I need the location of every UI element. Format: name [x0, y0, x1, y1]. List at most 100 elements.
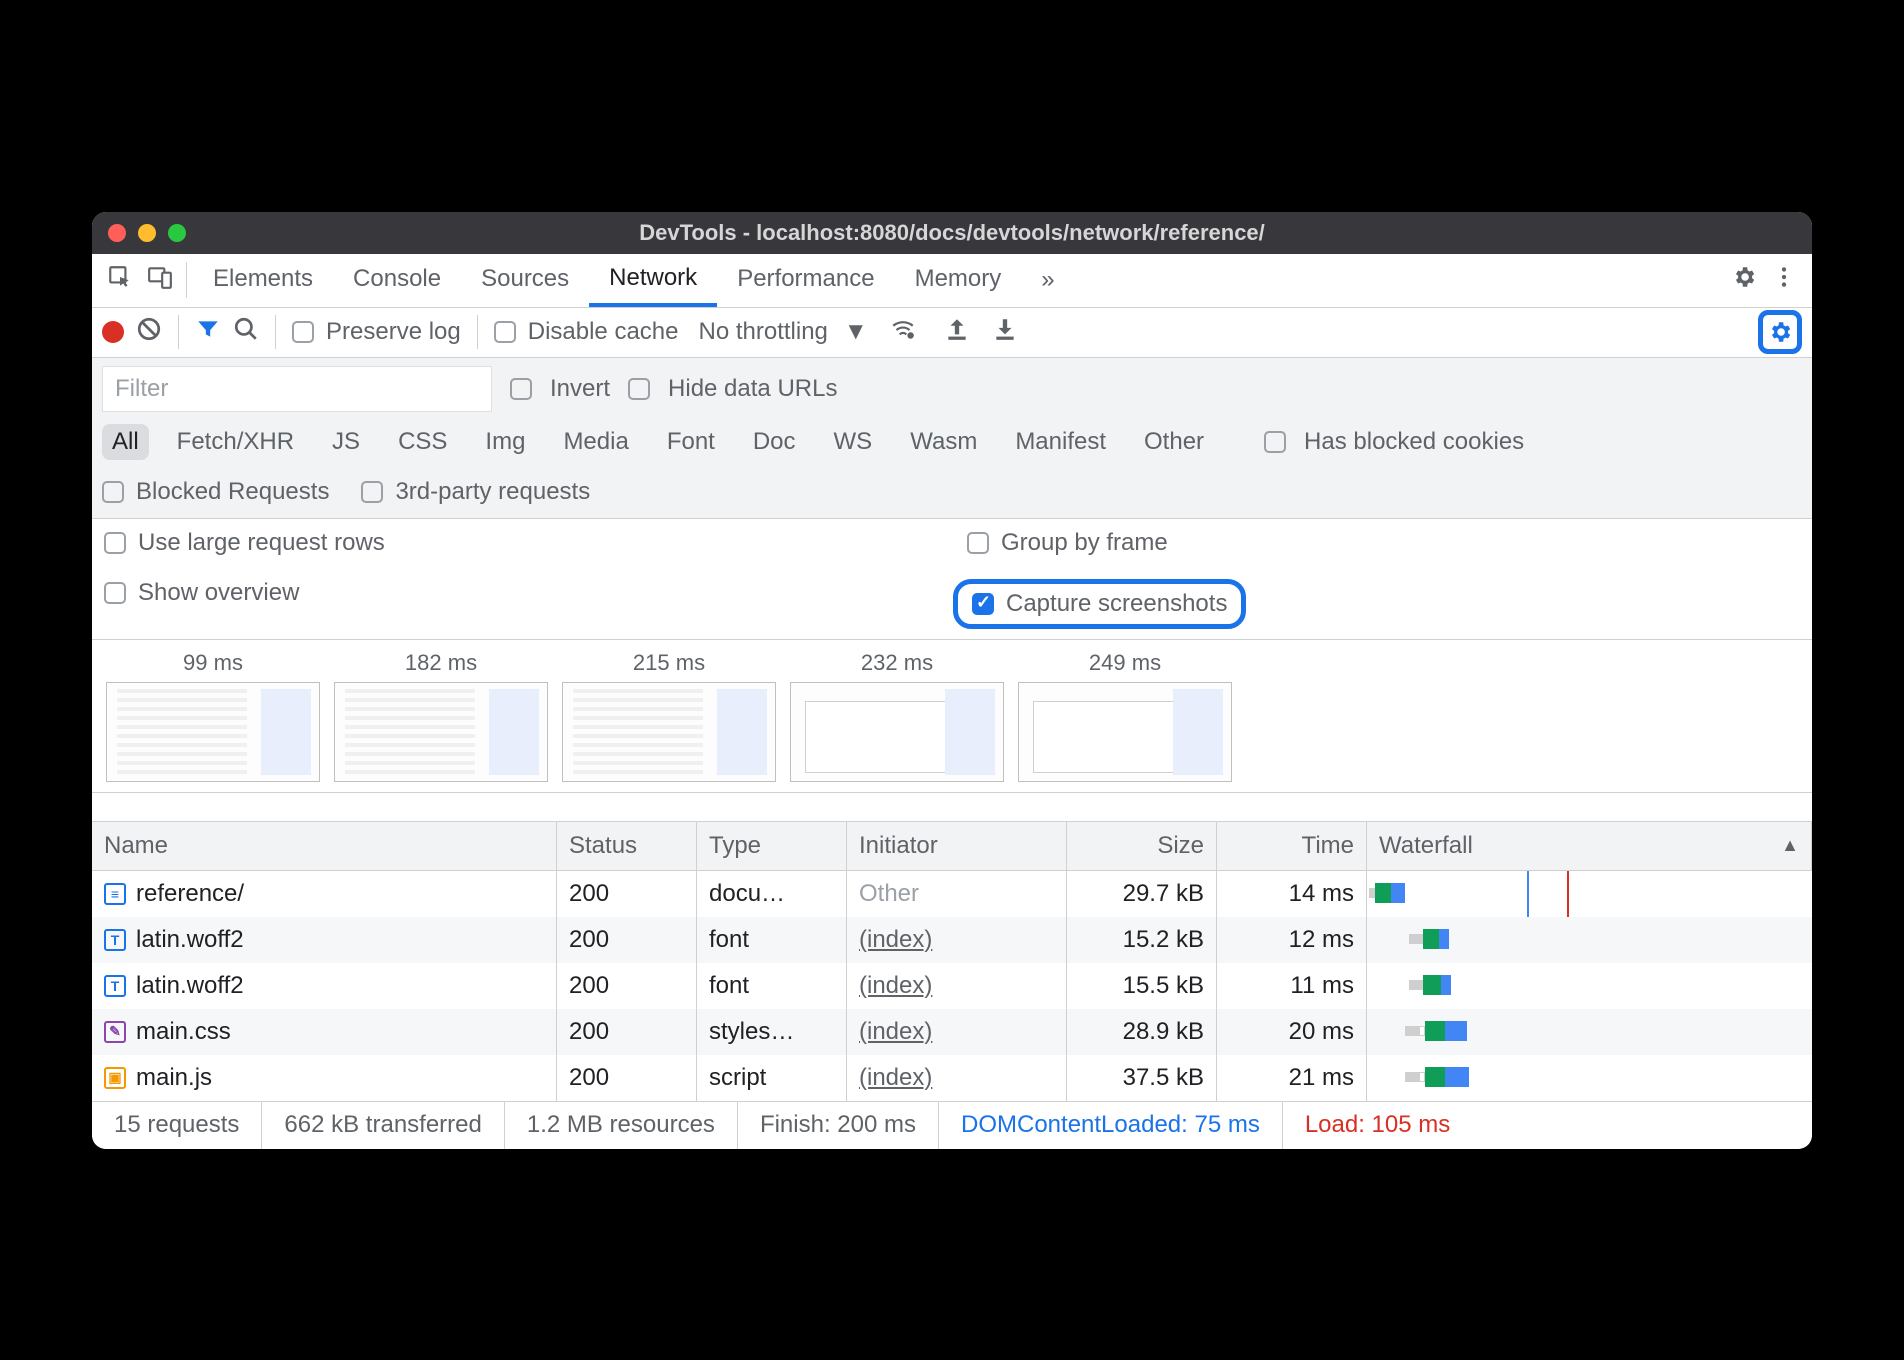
hide-data-urls-label: Hide data URLs	[668, 375, 837, 403]
kebab-menu-icon[interactable]	[1764, 264, 1804, 297]
close-window-button[interactable]	[108, 224, 126, 242]
maximize-window-button[interactable]	[168, 224, 186, 242]
third-party-label: 3rd-party requests	[395, 478, 590, 506]
screenshot-thumb	[334, 682, 548, 782]
table-row[interactable]: ✎main.css200styles…(index)28.9 kB20 ms	[92, 1009, 1812, 1055]
status-domcontentloaded: DOMContentLoaded: 75 ms	[939, 1102, 1283, 1149]
record-button[interactable]	[102, 321, 124, 343]
table-row[interactable]: ▣main.js200script(index)37.5 kB21 ms	[92, 1055, 1812, 1101]
preserve-log-label: Preserve log	[326, 318, 461, 346]
requests-table: Name Status Type Initiator Size Time Wat…	[92, 821, 1812, 1101]
filter-type-font[interactable]: Font	[657, 424, 725, 460]
upload-har-icon[interactable]	[944, 316, 970, 349]
th-waterfall[interactable]: Waterfall ▲	[1367, 822, 1812, 870]
search-icon[interactable]	[233, 316, 259, 349]
filter-type-fetch-xhr[interactable]: Fetch/XHR	[167, 424, 304, 460]
filter-type-ws[interactable]: WS	[824, 424, 883, 460]
download-har-icon[interactable]	[992, 316, 1018, 349]
tab-sources[interactable]: Sources	[461, 253, 589, 307]
capture-screenshots-checkbox[interactable]	[972, 593, 994, 615]
network-conditions-icon[interactable]	[890, 316, 916, 349]
traffic-lights	[108, 224, 186, 242]
cell-type: script	[697, 1055, 847, 1101]
capture-screenshots-highlight: Capture screenshots	[953, 579, 1246, 629]
has-blocked-cookies-label: Has blocked cookies	[1304, 428, 1524, 456]
table-row[interactable]: ≡reference/200docu…Other29.7 kB14 ms	[92, 871, 1812, 917]
filter-type-img[interactable]: Img	[475, 424, 535, 460]
cell-status: 200	[557, 1009, 697, 1055]
th-initiator[interactable]: Initiator	[847, 822, 1067, 870]
group-by-frame-checkbox[interactable]	[967, 532, 989, 554]
cell-waterfall	[1367, 963, 1812, 1009]
filter-type-media[interactable]: Media	[553, 424, 638, 460]
disable-cache-label: Disable cache	[528, 318, 679, 346]
network-settings-panel: Use large request rows Show overview Gro…	[92, 519, 1812, 640]
cell-type: font	[697, 917, 847, 963]
filter-type-manifest[interactable]: Manifest	[1005, 424, 1116, 460]
screenshot-0[interactable]: 99 ms	[106, 650, 320, 782]
screenshot-3[interactable]: 232 ms	[790, 650, 1004, 782]
resource-type-filters: All Fetch/XHR JS CSS Img Media Font Doc WS Wasm Ma…	[92, 412, 1812, 472]
th-size[interactable]: Size	[1067, 822, 1217, 870]
clear-icon[interactable]	[136, 316, 162, 349]
large-rows-checkbox[interactable]	[104, 532, 126, 554]
screenshot-time-label: 215 ms	[633, 650, 705, 676]
network-toolbar: Preserve log Disable cache No throttling…	[92, 308, 1812, 358]
initiator-link[interactable]: (index)	[859, 1064, 932, 1092]
filter-type-wasm[interactable]: Wasm	[900, 424, 987, 460]
initiator-link[interactable]: (index)	[859, 1018, 932, 1046]
cell-time: 11 ms	[1217, 963, 1367, 1009]
cell-time: 14 ms	[1217, 871, 1367, 917]
screenshot-2[interactable]: 215 ms	[562, 650, 776, 782]
th-name[interactable]: Name	[92, 822, 557, 870]
th-time[interactable]: Time	[1217, 822, 1367, 870]
status-transferred: 662 kB transferred	[262, 1102, 504, 1149]
filter-input[interactable]: Filter	[102, 366, 492, 412]
screenshot-1[interactable]: 182 ms	[334, 650, 548, 782]
screenshot-thumb	[106, 682, 320, 782]
show-overview-checkbox[interactable]	[104, 582, 126, 604]
disable-cache-checkbox[interactable]	[494, 321, 516, 343]
filter-type-all[interactable]: All	[102, 424, 149, 460]
device-toggle-icon[interactable]	[140, 264, 180, 297]
tab-memory[interactable]: Memory	[895, 253, 1022, 307]
blocked-requests-checkbox[interactable]	[102, 481, 124, 503]
filter-type-css[interactable]: CSS	[388, 424, 457, 460]
screenshot-4[interactable]: 249 ms	[1018, 650, 1232, 782]
timing-vline	[1527, 871, 1529, 917]
minimize-window-button[interactable]	[138, 224, 156, 242]
hide-data-urls-checkbox[interactable]	[628, 378, 650, 400]
cell-size: 37.5 kB	[1067, 1055, 1217, 1101]
network-settings-button[interactable]	[1758, 310, 1802, 354]
cell-time: 21 ms	[1217, 1055, 1367, 1101]
cell-status: 200	[557, 917, 697, 963]
filter-type-js[interactable]: JS	[322, 424, 370, 460]
initiator-link[interactable]: (index)	[859, 972, 932, 1000]
cell-initiator: (index)	[847, 1009, 1067, 1055]
css-file-icon: ✎	[104, 1021, 126, 1043]
filter-type-other[interactable]: Other	[1134, 424, 1214, 460]
initiator-link[interactable]: (index)	[859, 926, 932, 954]
tab-performance[interactable]: Performance	[717, 253, 894, 307]
filter-icon[interactable]	[195, 316, 221, 349]
tab-network[interactable]: Network	[589, 253, 717, 307]
inspect-icon[interactable]	[100, 264, 140, 297]
invert-checkbox[interactable]	[510, 378, 532, 400]
filter-type-doc[interactable]: Doc	[743, 424, 806, 460]
blocked-requests-label: Blocked Requests	[136, 478, 329, 506]
table-row[interactable]: Tlatin.woff2200font(index)15.5 kB11 ms	[92, 963, 1812, 1009]
table-row[interactable]: Tlatin.woff2200font(index)15.2 kB12 ms	[92, 917, 1812, 963]
has-blocked-cookies-checkbox[interactable]	[1264, 431, 1286, 453]
throttling-select[interactable]: No throttling ▼	[698, 318, 867, 346]
gear-icon[interactable]	[1724, 264, 1764, 297]
tab-console[interactable]: Console	[333, 253, 461, 307]
th-type[interactable]: Type	[697, 822, 847, 870]
preserve-log-checkbox[interactable]	[292, 321, 314, 343]
cell-waterfall	[1367, 917, 1812, 963]
th-status[interactable]: Status	[557, 822, 697, 870]
tab-elements[interactable]: Elements	[193, 253, 333, 307]
cell-status: 200	[557, 963, 697, 1009]
third-party-checkbox[interactable]	[361, 481, 383, 503]
more-tabs-button[interactable]: »	[1021, 254, 1074, 306]
large-rows-label: Use large request rows	[138, 529, 385, 557]
